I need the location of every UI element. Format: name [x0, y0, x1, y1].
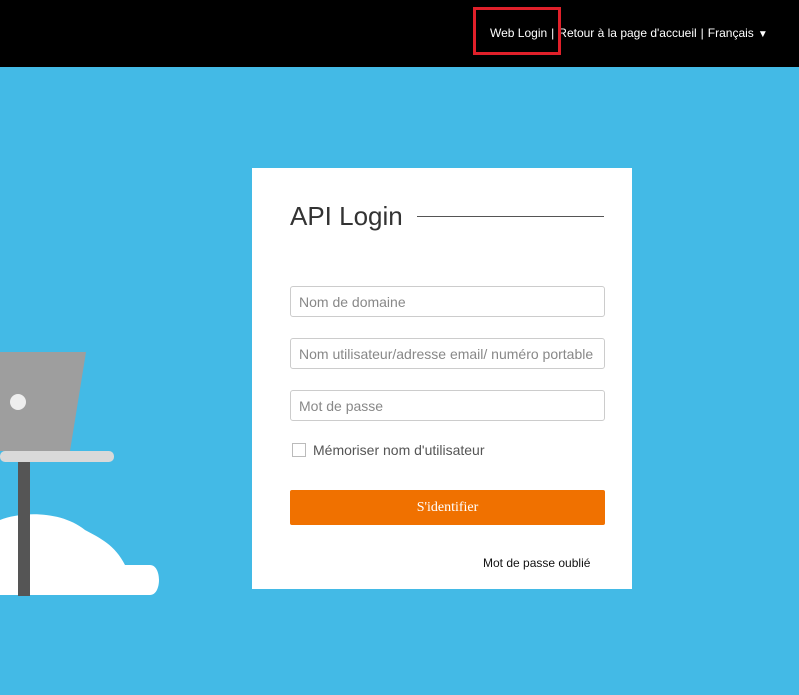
remember-row: Mémoriser nom d'utilisateur: [292, 442, 485, 458]
back-home-link[interactable]: Retour à la page d'accueil: [558, 26, 696, 40]
title-divider: [416, 215, 604, 217]
page-title: API Login: [290, 200, 403, 231]
forgot-password-link[interactable]: Mot de passe oublié: [483, 556, 590, 570]
desk-top: [0, 451, 114, 462]
username-input[interactable]: [290, 338, 605, 369]
remember-checkbox[interactable]: [292, 443, 306, 457]
top-bar: Web Login | Retour à la page d'accueil |…: [0, 0, 799, 67]
title-row: API Login: [290, 200, 604, 232]
laptop-logo: [10, 394, 26, 410]
language-label: Français: [707, 26, 754, 40]
language-selector[interactable]: Français ▼: [708, 26, 768, 40]
domain-input[interactable]: [290, 286, 605, 317]
laptop-desk-illustration: [0, 352, 159, 596]
remember-label: Mémoriser nom d'utilisateur: [313, 442, 485, 458]
login-card: API Login Mémoriser nom d'utilisateur S'…: [252, 168, 632, 589]
highlight-box: [473, 7, 561, 55]
password-input[interactable]: [290, 390, 605, 421]
desk-leg: [18, 458, 30, 596]
caret-down-icon: ▼: [757, 29, 768, 40]
login-button[interactable]: S'identifier: [290, 490, 605, 525]
nav-separator: |: [700, 26, 704, 40]
